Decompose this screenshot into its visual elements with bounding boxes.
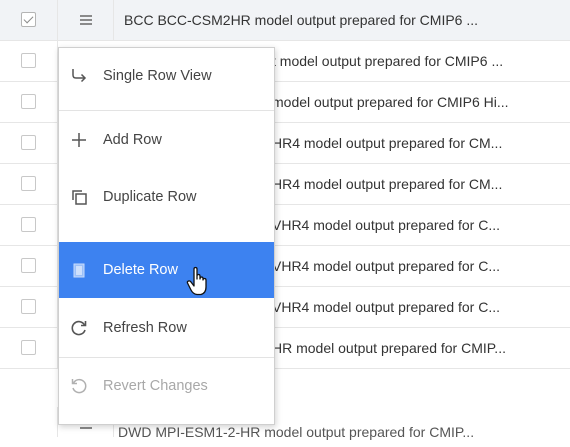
return-arrow-icon bbox=[69, 66, 89, 86]
row-select-cell bbox=[0, 164, 58, 204]
menu-item-add-row[interactable]: Add Row bbox=[59, 112, 274, 168]
row-select-cell bbox=[0, 287, 58, 327]
row-checkbox[interactable] bbox=[21, 12, 36, 27]
checkmark-icon bbox=[23, 13, 34, 24]
row-select-cell bbox=[0, 246, 58, 286]
menu-item-label: Delete Row bbox=[103, 262, 178, 278]
menu-item-refresh-row[interactable]: Refresh Row bbox=[59, 300, 274, 356]
menu-item-label: Single Row View bbox=[103, 68, 212, 84]
row-description: VHR4 model output prepared for C... bbox=[272, 258, 501, 274]
plus-icon bbox=[69, 130, 89, 150]
menu-item-revert-changes[interactable]: Revert Changes bbox=[59, 358, 274, 414]
menu-item-label: Revert Changes bbox=[103, 378, 208, 394]
revert-icon bbox=[69, 376, 89, 396]
row-select-cell bbox=[0, 123, 58, 163]
row-checkbox[interactable] bbox=[21, 258, 36, 273]
duplicate-icon bbox=[69, 187, 89, 207]
row-checkbox[interactable] bbox=[21, 176, 36, 191]
row-checkbox[interactable] bbox=[21, 53, 36, 68]
hamburger-icon[interactable] bbox=[80, 15, 92, 25]
row-select-cell bbox=[0, 407, 58, 437]
refresh-icon bbox=[69, 318, 89, 338]
row-select-cell bbox=[0, 41, 58, 81]
row-description: t model output prepared for CMIP6 ... bbox=[272, 53, 504, 69]
menu-divider bbox=[59, 110, 274, 111]
row-checkbox[interactable] bbox=[21, 94, 36, 109]
row-description: BCC BCC-CSM2HR model output prepared for… bbox=[124, 12, 479, 28]
row-description: HR4 model output prepared for CM... bbox=[272, 176, 503, 192]
menu-item-delete-row[interactable]: Delete Row bbox=[59, 242, 274, 298]
row-description: model output prepared for CMIP6 Hi... bbox=[272, 94, 509, 110]
row-menu-cell bbox=[58, 0, 114, 40]
row-checkbox[interactable] bbox=[21, 299, 36, 314]
row-description: VHR4 model output prepared for C... bbox=[272, 299, 501, 315]
row-checkbox[interactable] bbox=[21, 217, 36, 232]
row-description: HR4 model output prepared for CM... bbox=[272, 135, 503, 151]
row-select-cell bbox=[0, 0, 58, 40]
menu-item-label: Add Row bbox=[103, 132, 162, 148]
menu-item-duplicate-row[interactable]: Duplicate Row bbox=[59, 169, 274, 225]
row-select-cell bbox=[0, 82, 58, 122]
menu-item-single-row-view[interactable]: Single Row View bbox=[59, 48, 274, 104]
row-select-cell bbox=[0, 205, 58, 245]
menu-item-label: Duplicate Row bbox=[103, 189, 197, 205]
row-select-cell bbox=[0, 328, 58, 368]
hand-cursor-icon bbox=[185, 266, 211, 302]
row-description: HR model output prepared for CMIP... bbox=[272, 340, 506, 356]
hamburger-icon[interactable] bbox=[80, 427, 92, 437]
row-description: VHR4 model output prepared for C... bbox=[272, 217, 501, 233]
menu-item-label: Refresh Row bbox=[103, 320, 187, 336]
row-checkbox[interactable] bbox=[21, 135, 36, 150]
row-checkbox[interactable] bbox=[21, 340, 36, 355]
trash-icon bbox=[69, 260, 89, 280]
row-context-menu: Single Row View Add Row Duplicate Row De… bbox=[58, 47, 275, 425]
table-row[interactable]: BCC BCC-CSM2HR model output prepared for… bbox=[0, 0, 570, 41]
